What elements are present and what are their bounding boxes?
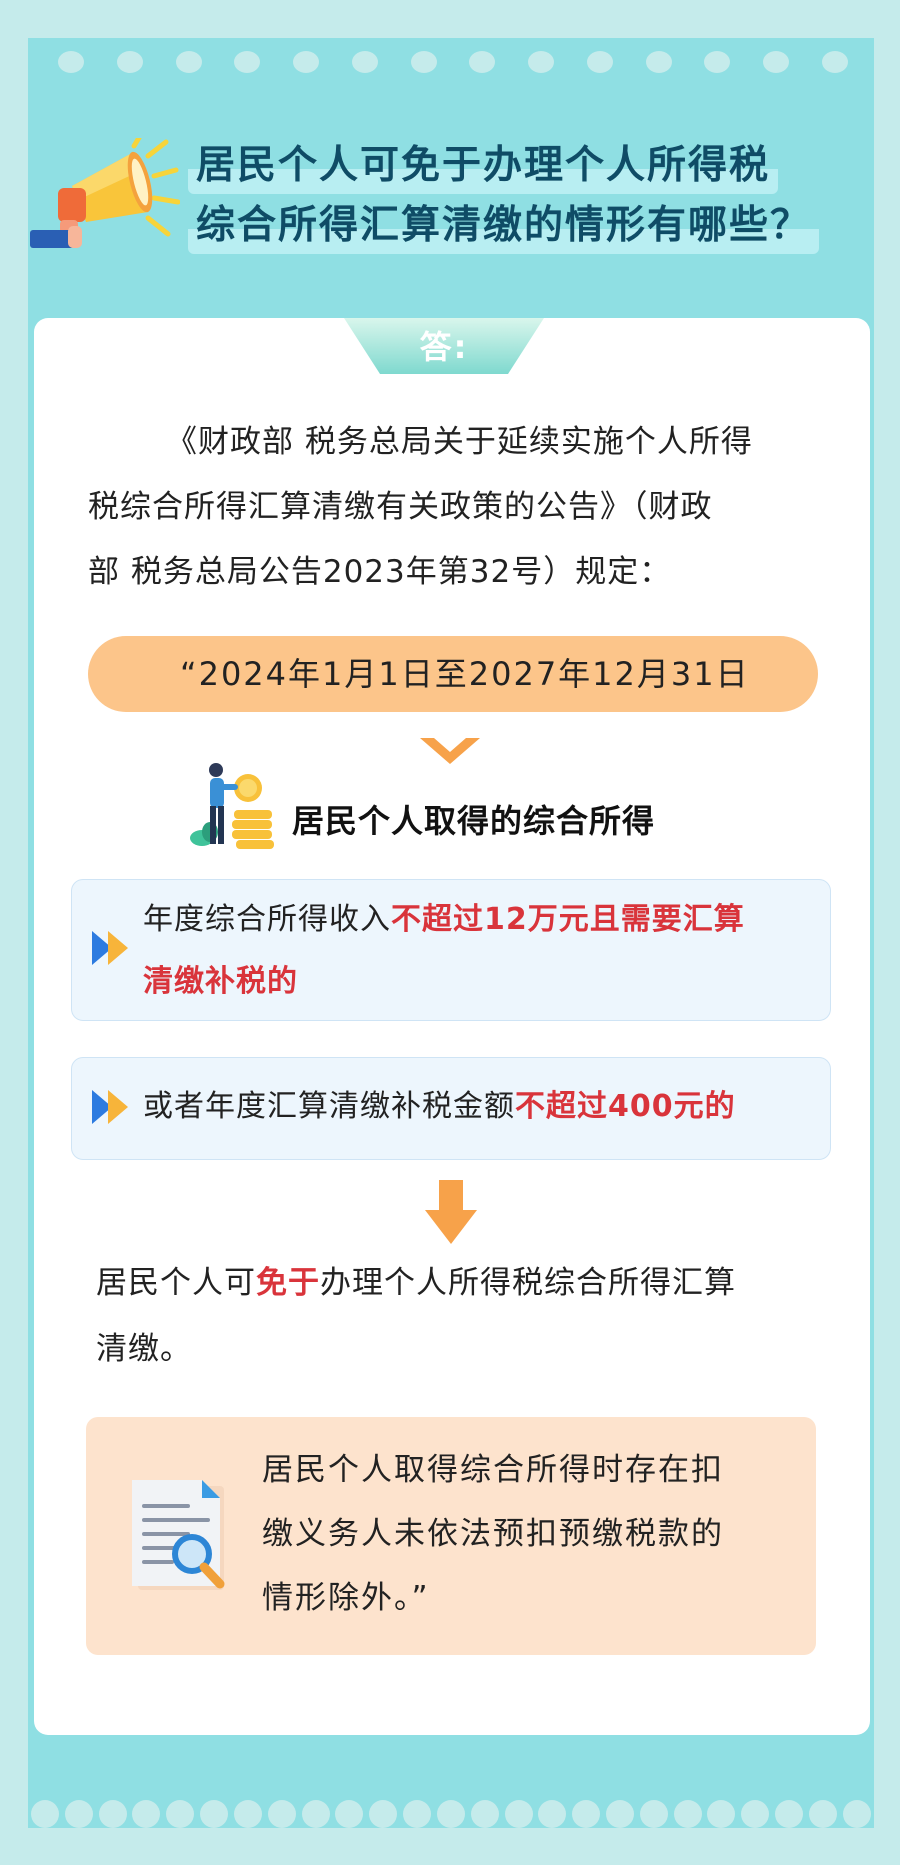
- person-with-coins-icon: [190, 763, 274, 849]
- condition-2-normal: 或者年度汇算清缴补税金额: [143, 1089, 515, 1124]
- title-line-2: 综合所得汇算清缴的情形有哪些？: [188, 198, 820, 254]
- date-range-text: “2024年1月1日至2027年12月31日: [180, 655, 750, 693]
- intro-line-3: 部 税务总局公告2023年第32号）规定：: [88, 554, 672, 590]
- page-title: 居民个人可免于办理个人所得税 综合所得汇算清缴的情形有哪些？: [188, 138, 838, 254]
- exception-line-2: 缴义务人未依法预扣预缴税款的: [262, 1516, 724, 1552]
- bottom-scallop-border: [28, 1800, 874, 1828]
- condition-1-normal: 年度综合所得收入: [143, 902, 391, 937]
- exception-line-1: 居民个人取得综合所得时存在扣: [262, 1452, 724, 1488]
- document-search-icon: [132, 1480, 225, 1590]
- conclusion-paragraph: 居民个人可免于办理个人所得税综合所得汇算 清缴。: [96, 1250, 816, 1382]
- intro-line-1: 《财政部 税务总局关于延续实施个人所得: [166, 424, 753, 460]
- condition-text-2: 或者年度汇算清缴补税金额不超过400元的: [143, 1076, 821, 1138]
- top-dot-border: [58, 51, 848, 77]
- condition-1-highlight-a: 不超过12万元且需要汇算: [391, 902, 745, 937]
- exception-text: 居民个人取得综合所得时存在扣 缴义务人未依法预扣预缴税款的 情形除外。”: [262, 1438, 792, 1630]
- conclusion-highlight: 免于: [256, 1265, 320, 1301]
- section-heading: 居民个人取得的综合所得: [292, 802, 656, 840]
- conclusion-part-1: 居民个人可: [96, 1265, 256, 1301]
- conclusion-part-2: 办理个人所得税综合所得汇算: [320, 1265, 736, 1301]
- double-chevron-right-icon: [92, 931, 128, 965]
- condition-2-highlight: 不超过400元的: [515, 1089, 736, 1124]
- down-arrow-icon: [425, 1180, 477, 1244]
- condition-text-1: 年度综合所得收入不超过12万元且需要汇算 清缴补税的: [143, 889, 821, 1013]
- conclusion-line-2: 清缴。: [96, 1331, 192, 1367]
- exception-line-3: 情形除外。”: [262, 1580, 430, 1616]
- megaphone-icon: [30, 138, 180, 248]
- double-chevron-right-icon: [92, 1090, 128, 1124]
- intro-paragraph: 《财政部 税务总局关于延续实施个人所得 税综合所得汇算清缴有关政策的公告》（财政…: [88, 410, 818, 605]
- title-line-1: 居民个人可免于办理个人所得税: [188, 138, 779, 194]
- chevron-down-icon: [420, 738, 480, 764]
- answer-label: 答:: [419, 328, 469, 366]
- intro-line-2: 税综合所得汇算清缴有关政策的公告》（财政: [88, 489, 713, 525]
- condition-1-highlight-b: 清缴补税的: [143, 964, 298, 999]
